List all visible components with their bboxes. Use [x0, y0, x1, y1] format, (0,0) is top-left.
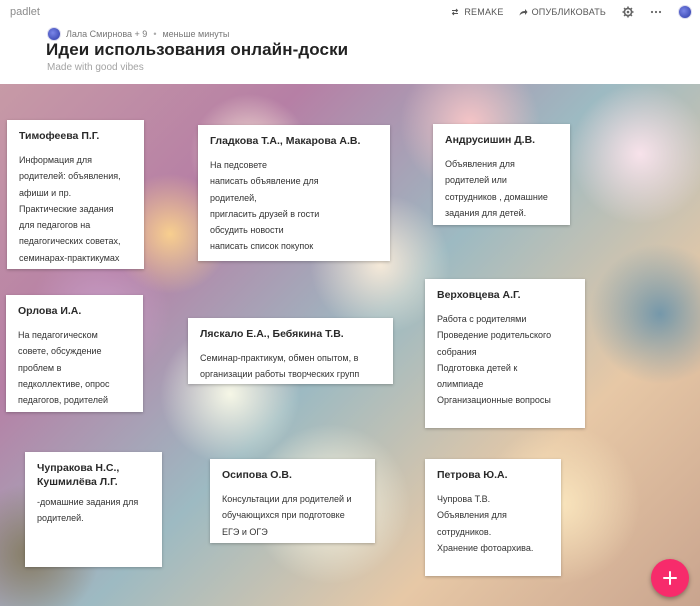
post-card[interactable]: Верховцева А.Г. Работа с родителями Пров… [425, 279, 585, 428]
post-body: -домашние задания для родителей. [37, 497, 139, 524]
share-arrow-icon [519, 9, 528, 16]
gear-icon [622, 6, 634, 18]
meta-separator: • [153, 29, 157, 39]
post-card[interactable]: Гладкова Т.А., Макарова А.В. На педсовет… [198, 125, 390, 261]
post-card[interactable]: Чупракова Н.С., Кушмилёва Л.Г. -домашние… [25, 452, 162, 567]
post-title: Тимофеева П.Г. [19, 130, 100, 142]
post-body: Семинар-практикум, обмен опытом, в орган… [200, 353, 360, 380]
remake-icon [452, 8, 459, 16]
post-card[interactable]: Тимофеева П.Г. Информация для родителей:… [7, 120, 144, 269]
remake-button[interactable]: REMAKE [450, 7, 503, 17]
settings-button[interactable] [622, 6, 634, 18]
updated-time: меньше минуты [162, 29, 230, 39]
padlet-logo[interactable]: padlet [10, 6, 40, 18]
post-body: Объявления для родителей или сотрудников… [445, 159, 548, 218]
top-toolbar: REMAKE ОПУБЛИКОВАТЬ [436, 4, 692, 20]
publish-label: ОПУБЛИКОВАТЬ [531, 7, 606, 17]
plus-icon [663, 571, 677, 585]
post-title: Орлова И.А. [18, 305, 82, 317]
page-title[interactable]: Идеи использования онлайн-доски [46, 40, 348, 60]
author-avatar [47, 27, 61, 41]
post-body: Работа с родителями Проведение родительс… [437, 314, 552, 406]
post-card[interactable]: Петрова Ю.А. Чупрова Т.В. Объявления для… [425, 459, 561, 576]
publish-button[interactable]: ОПУБЛИКОВАТЬ [518, 7, 606, 17]
post-card[interactable]: Андрусишин Д.В. Объявления для родителей… [433, 124, 570, 225]
post-body: Информация для родителей: объявления, аф… [19, 155, 121, 263]
padlet-header: padlet REMAKE ОПУБЛИКОВАТЬ Лала Смирнова… [0, 0, 700, 84]
post-body: Консультации для родителей и обучающихся… [222, 494, 352, 537]
remake-label: REMAKE [464, 7, 504, 17]
post-title: Гладкова Т.А., Макарова А.В. [210, 135, 361, 147]
avatar [678, 5, 692, 19]
post-card[interactable]: Орлова И.А. На педагогическом совете, об… [6, 295, 143, 412]
post-title: Ляскало Е.А., Бебякина Т.В. [200, 328, 344, 340]
post-body: На педсовете написать объявление для род… [210, 160, 320, 252]
board-wall[interactable]: Тимофеева П.Г. Информация для родителей:… [0, 84, 700, 606]
post-title: Осипова О.В. [222, 469, 292, 481]
more-dots-icon [650, 10, 662, 14]
post-body: На педагогическом совете, обсуждение про… [18, 330, 110, 406]
post-title: Андрусишин Д.В. [445, 134, 536, 146]
authors-link[interactable]: Лала Смирнова + 9 [66, 29, 147, 39]
post-title: Петрова Ю.А. [437, 469, 508, 481]
add-post-button[interactable] [651, 559, 689, 597]
post-title: Чупракова Н.С., Кушмилёва Л.Г. [37, 462, 120, 488]
padlet-meta: Лала Смирнова + 9 • меньше минуты [47, 27, 229, 41]
post-card[interactable]: Осипова О.В. Консультации для родителей … [210, 459, 375, 543]
page-subtitle[interactable]: Made with good vibes [47, 62, 144, 73]
user-avatar-button[interactable] [678, 5, 692, 19]
more-button[interactable] [650, 10, 662, 14]
post-title: Верховцева А.Г. [437, 289, 521, 301]
post-card[interactable]: Ляскало Е.А., Бебякина Т.В. Семинар-прак… [188, 318, 393, 384]
post-body: Чупрова Т.В. Объявления для сотрудников.… [437, 494, 534, 553]
